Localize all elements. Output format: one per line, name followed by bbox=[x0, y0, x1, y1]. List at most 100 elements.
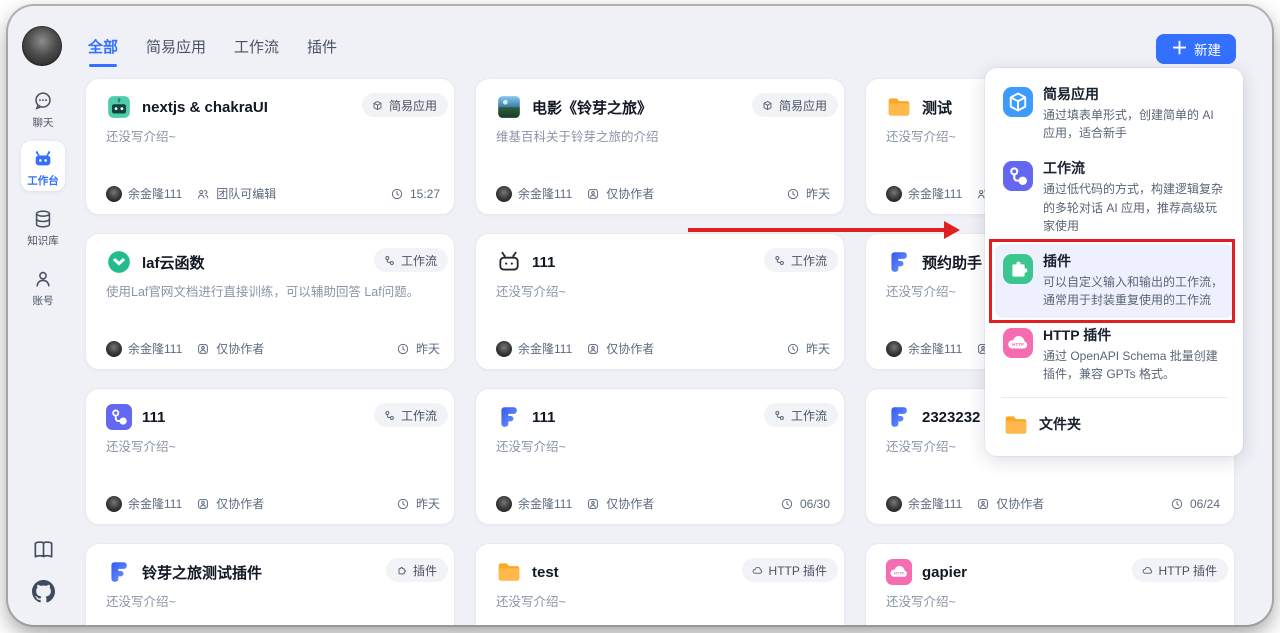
collaborator-icon bbox=[196, 497, 210, 511]
app-card[interactable]: HTTP gapier HTTP 插件 还没写介绍~ bbox=[865, 543, 1235, 625]
collaborator-icon bbox=[586, 497, 600, 511]
sidebar-item-label: 知识库 bbox=[8, 233, 78, 248]
app-type-badge: 工作流 bbox=[764, 403, 838, 427]
workflow-node-icon bbox=[1003, 161, 1033, 191]
app-description: 还没写介绍~ bbox=[496, 593, 826, 612]
app-card[interactable]: 111 工作流 还没写介绍~ 余金隆111 仅协作者 昨天 bbox=[475, 233, 845, 370]
app-name: laf云函数 bbox=[142, 252, 205, 273]
permission-label: 仅协作者 bbox=[606, 495, 654, 512]
menu-item-title: HTTP 插件 bbox=[1043, 326, 1225, 345]
clock-icon bbox=[390, 187, 404, 201]
sidebar-item-knowledge[interactable]: 知识库 bbox=[8, 208, 78, 248]
collaborator-icon bbox=[976, 497, 990, 511]
app-type-badge-label: 工作流 bbox=[791, 407, 827, 424]
app-description: 还没写介绍~ bbox=[886, 593, 1216, 612]
app-card[interactable]: 111 工作流 还没写介绍~ 余金隆111 仅协作者 06/30 bbox=[475, 388, 845, 525]
app-description: 还没写介绍~ bbox=[106, 128, 436, 147]
cloud-icon bbox=[751, 564, 764, 577]
collaborator-icon bbox=[196, 342, 210, 356]
owner-avatar bbox=[886, 341, 902, 357]
fastgpt-logo-icon bbox=[886, 249, 912, 275]
tab-插件[interactable]: 插件 bbox=[307, 36, 337, 67]
cloud-icon bbox=[1141, 564, 1154, 577]
app-name: gapier bbox=[922, 564, 967, 581]
app-card[interactable]: laf云函数 工作流 使用Laf官网文档进行直接训练，可以辅助回答 Laf问题。… bbox=[85, 233, 455, 370]
owner-avatar bbox=[496, 186, 512, 202]
menu-item-文件夹[interactable]: 文件夹 bbox=[995, 403, 1233, 447]
collaborator-icon bbox=[586, 342, 600, 356]
user-avatar[interactable] bbox=[22, 26, 62, 66]
app-window: 聊天工作台知识库账号 全部简易应用工作流插件 ＋ 新建 nextjs & cha… bbox=[8, 6, 1272, 625]
app-description: 还没写介绍~ bbox=[106, 593, 436, 612]
cube-icon bbox=[761, 99, 774, 112]
fastgpt-logo-icon bbox=[886, 404, 912, 430]
app-type-badge-label: 简易应用 bbox=[779, 97, 827, 114]
app-type-badge: 工作流 bbox=[374, 403, 448, 427]
fastgpt-logo-icon bbox=[496, 404, 522, 430]
updated-time: 昨天 bbox=[806, 185, 830, 202]
owner-avatar bbox=[886, 496, 902, 512]
http-pink-icon: HTTP bbox=[886, 559, 912, 585]
owner-name: 余金隆111 bbox=[908, 340, 962, 357]
robot-outline-icon bbox=[496, 249, 522, 275]
updated-time: 06/30 bbox=[800, 497, 830, 511]
app-name: 111 bbox=[532, 409, 555, 426]
menu-item-title: 工作流 bbox=[1043, 159, 1225, 178]
clock-icon bbox=[396, 497, 410, 511]
sidebar-item-workbench[interactable]: 工作台 bbox=[21, 141, 65, 191]
updated-time: 昨天 bbox=[416, 495, 440, 512]
app-description: 还没写介绍~ bbox=[496, 438, 826, 457]
workflow-icon bbox=[773, 409, 786, 422]
app-card[interactable]: 铃芽之旅测试插件 插件 还没写介绍~ bbox=[85, 543, 455, 625]
menu-item-简易应用[interactable]: 简易应用 通过填表单形式，创建简单的 AI 应用，适合新手 bbox=[995, 77, 1233, 151]
chat-icon bbox=[32, 90, 54, 112]
app-type-badge: HTTP 插件 bbox=[1132, 558, 1228, 582]
app-name: nextjs & chakraUI bbox=[142, 99, 268, 116]
menu-item-description: 通过 OpenAPI Schema 批量创建插件，兼容 GPTs 格式。 bbox=[1043, 347, 1225, 384]
plus-icon: ＋ bbox=[1171, 40, 1188, 57]
database-icon bbox=[32, 208, 54, 230]
folder-icon bbox=[1003, 412, 1029, 438]
app-card[interactable]: 电影《铃芽之旅》 简易应用 维基百科关于铃芽之旅的介绍 余金隆111 仅协作者 … bbox=[475, 78, 845, 215]
plugin-icon bbox=[395, 564, 408, 577]
cube-icon bbox=[371, 99, 384, 112]
sidebar-item-chat[interactable]: 聊天 bbox=[8, 90, 78, 130]
svg-text:HTTP: HTTP bbox=[894, 570, 905, 575]
app-type-tabs: 全部简易应用工作流插件 bbox=[88, 36, 337, 67]
sidebar-item-account[interactable]: 账号 bbox=[8, 268, 78, 308]
app-type-badge: 工作流 bbox=[374, 248, 448, 272]
sidebar-link-github[interactable] bbox=[8, 580, 78, 603]
app-card[interactable]: test HTTP 插件 还没写介绍~ bbox=[475, 543, 845, 625]
app-name: 铃芽之旅测试插件 bbox=[142, 562, 262, 583]
workflow-icon bbox=[383, 409, 396, 422]
owner-avatar bbox=[886, 186, 902, 202]
menu-item-description: 通过低代码的方式，构建逻辑复杂的多轮对话 AI 应用，推荐高级玩家使用 bbox=[1043, 180, 1225, 236]
menu-item-title: 文件夹 bbox=[1039, 415, 1081, 434]
menu-item-HTTP 插件[interactable]: HTTP HTTP 插件 通过 OpenAPI Schema 批量创建插件，兼容… bbox=[995, 318, 1233, 392]
owner-name: 余金隆111 bbox=[908, 495, 962, 512]
tab-简易应用[interactable]: 简易应用 bbox=[146, 36, 206, 67]
user-icon bbox=[32, 268, 54, 290]
tab-工作流[interactable]: 工作流 bbox=[234, 36, 279, 67]
app-description: 还没写介绍~ bbox=[106, 438, 436, 457]
owner-name: 余金隆111 bbox=[908, 185, 962, 202]
robot-icon bbox=[32, 148, 54, 170]
owner-avatar bbox=[106, 496, 122, 512]
menu-item-插件[interactable]: 插件 可以自定义输入和输出的工作流，通常用于封装重复使用的工作流 bbox=[995, 244, 1233, 318]
laf-icon bbox=[106, 249, 132, 275]
app-card[interactable]: 111 工作流 还没写介绍~ 余金隆111 仅协作者 昨天 bbox=[85, 388, 455, 525]
updated-time: 昨天 bbox=[806, 340, 830, 357]
sidebar-link-docs[interactable] bbox=[8, 538, 78, 561]
updated-time: 昨天 bbox=[416, 340, 440, 357]
menu-item-工作流[interactable]: 工作流 通过低代码的方式，构建逻辑复杂的多轮对话 AI 应用，推荐高级玩家使用 bbox=[995, 151, 1233, 244]
create-new-button[interactable]: ＋ 新建 bbox=[1156, 34, 1236, 64]
app-type-badge-label: 工作流 bbox=[791, 252, 827, 269]
owner-name: 余金隆111 bbox=[518, 340, 572, 357]
simple-app-icon bbox=[1003, 87, 1033, 117]
app-name: 测试 bbox=[922, 97, 952, 118]
app-type-badge-label: HTTP 插件 bbox=[1159, 562, 1217, 579]
owner-avatar bbox=[496, 341, 512, 357]
owner-name: 余金隆111 bbox=[128, 495, 182, 512]
app-card[interactable]: nextjs & chakraUI 简易应用 还没写介绍~ 余金隆111 团队可… bbox=[85, 78, 455, 215]
tab-全部[interactable]: 全部 bbox=[88, 36, 118, 67]
